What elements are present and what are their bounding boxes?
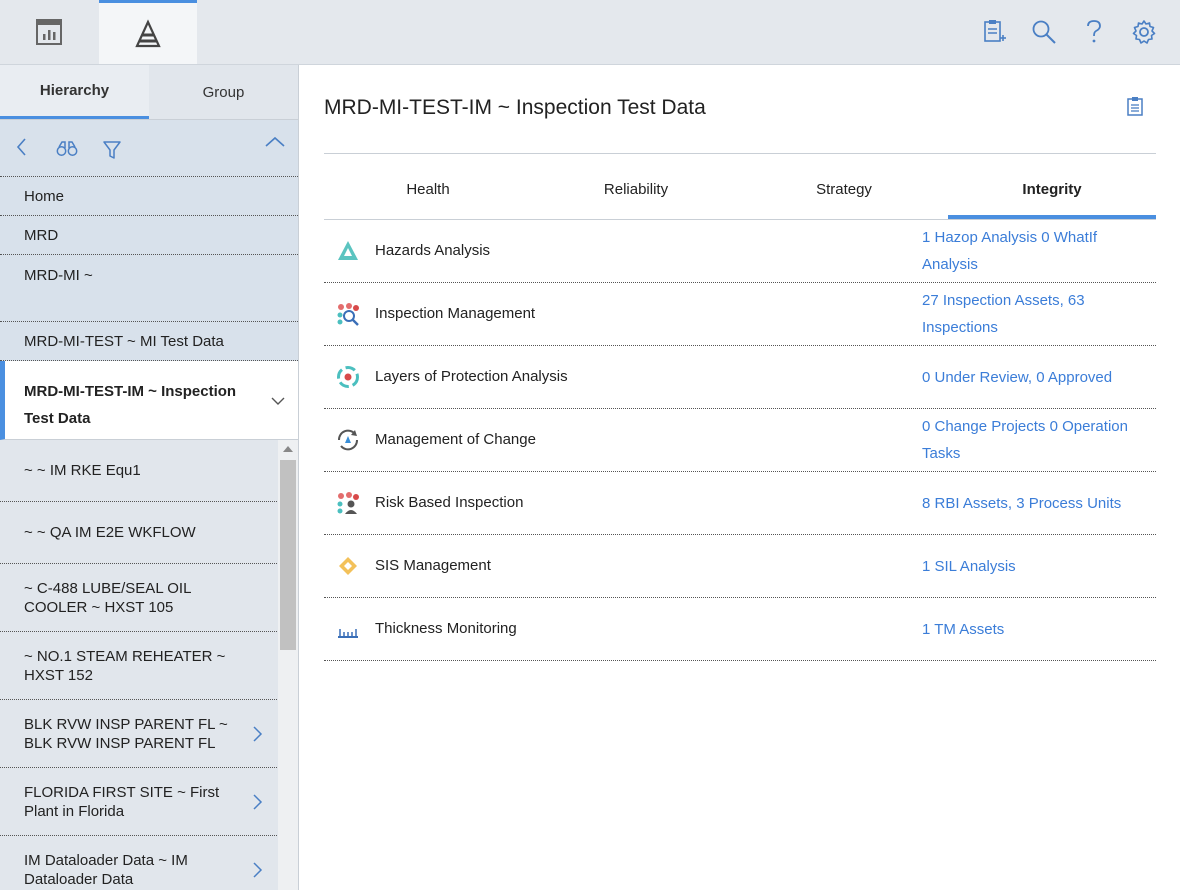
list-item-label: IM Dataloader Data ~ IM Dataloader Data (24, 851, 188, 888)
tab-hierarchy-list[interactable]: Hierarchy (0, 65, 149, 119)
list-item-label: ~ ~ IM RKE Equ1 (24, 462, 141, 479)
module-summary-link[interactable]: 8 RBI Assets, 3 Process Units (922, 490, 1147, 517)
search-button[interactable] (1028, 14, 1060, 50)
tab-reliability[interactable]: Reliability (532, 173, 740, 219)
help-button[interactable] (1078, 14, 1110, 50)
list-item-label: ~ C-488 LUBE/SEAL OIL COOLER ~ HXST 105 (24, 579, 191, 616)
list-item-label: BLK RVW INSP PARENT FL ~ BLK RVW INSP PA… (24, 715, 228, 752)
hazards-analysis-icon (338, 241, 358, 260)
module-name: Inspection Management (375, 305, 536, 322)
tab-hierarchy[interactable] (99, 0, 197, 64)
breadcrumb-mrd-mi[interactable]: MRD-MI ~ (0, 255, 298, 322)
list-item[interactable]: ~ C-488 LUBE/SEAL OIL COOLER ~ HXST 105 (0, 564, 277, 632)
chevron-right-icon[interactable] (251, 793, 263, 811)
table-row: SIS Management 1 SIL Analysis (324, 535, 1156, 598)
inspection-management-icon (337, 303, 359, 326)
table-row: Inspection Management 27 Inspection Asse… (324, 283, 1156, 346)
panel-toolbar (0, 120, 298, 177)
module-summary-link[interactable]: 1 Hazop Analysis 0 WhatIf Analysis (922, 224, 1147, 278)
tab-integrity[interactable]: Integrity (948, 173, 1156, 219)
search-icon (1032, 20, 1056, 44)
current-node-label: MRD-MI-TEST-IM ~ Inspection Test Data (24, 383, 237, 427)
child-node-list: ~ ~ IM RKE Equ1 ~ ~ QA IM E2E WKFLOW ~ C… (0, 440, 298, 890)
main-content: MRD-MI-TEST-IM ~ Inspection Test Data He… (299, 65, 1180, 890)
scrollbar-thumb[interactable] (280, 460, 296, 650)
list-item[interactable]: ~ NO.1 STEAM REHEATER ~ HXST 152 (0, 632, 277, 700)
module-name: Risk Based Inspection (375, 494, 524, 511)
hierarchy-panel: Hierarchy Group Home MRD MRD-MI ~ MRD-MI… (0, 65, 299, 890)
integrity-list: Hazards Analysis 1 Hazop Analysis 0 What… (324, 220, 1156, 661)
hierarchy-icon (135, 18, 161, 47)
binoculars-icon[interactable] (56, 141, 78, 157)
module-name: Thickness Monitoring (375, 620, 517, 637)
filter-icon[interactable] (102, 140, 122, 160)
list-item[interactable]: ~ ~ QA IM E2E WKFLOW (0, 502, 277, 564)
tab-group[interactable]: Group (149, 65, 298, 119)
content-tabs: Health Reliability Strategy Integrity (324, 173, 1156, 220)
module-summary-link[interactable]: 1 SIL Analysis (922, 553, 1147, 580)
panel-tabs: Hierarchy Group (0, 65, 298, 120)
sis-management-icon (339, 557, 357, 575)
current-node[interactable]: MRD-MI-TEST-IM ~ Inspection Test Data (0, 361, 298, 440)
module-summary-link[interactable]: 0 Change Projects 0 Operation Tasks (922, 413, 1147, 467)
help-icon (1087, 20, 1101, 43)
table-row: Risk Based Inspection 8 RBI Assets, 3 Pr… (324, 472, 1156, 535)
back-icon[interactable] (14, 136, 30, 158)
tab-strategy[interactable]: Strategy (740, 173, 948, 219)
list-item[interactable]: ~ ~ IM RKE Equ1 (0, 440, 277, 502)
title-divider (324, 153, 1156, 154)
module-summary-link[interactable]: 27 Inspection Assets, 63 Inspections (922, 287, 1147, 341)
clipboard-icon[interactable] (1126, 95, 1144, 117)
list-item-label: ~ ~ QA IM E2E WKFLOW (24, 524, 196, 541)
chevron-right-icon[interactable] (251, 861, 263, 879)
page-title: MRD-MI-TEST-IM ~ Inspection Test Data (324, 96, 706, 119)
breadcrumb-mrd-mi-test[interactable]: MRD-MI-TEST ~ MI Test Data (0, 322, 298, 361)
list-item[interactable]: FLORIDA FIRST SITE ~ First Plant in Flor… (0, 768, 277, 836)
module-name: Management of Change (375, 431, 536, 448)
settings-button[interactable] (1128, 14, 1160, 50)
breadcrumb-home[interactable]: Home (0, 177, 298, 216)
clipboard-add-button[interactable] (978, 14, 1010, 50)
top-bar (0, 0, 1180, 65)
chevron-right-icon[interactable] (251, 725, 263, 743)
list-item-label: ~ NO.1 STEAM REHEATER ~ HXST 152 (24, 647, 226, 684)
list-item[interactable]: IM Dataloader Data ~ IM Dataloader Data (0, 836, 277, 890)
table-row: Layers of Protection Analysis 0 Under Re… (324, 346, 1156, 409)
scrollbar[interactable] (278, 440, 298, 890)
clipboard-add-icon (984, 20, 1006, 42)
module-name: Layers of Protection Analysis (375, 368, 568, 385)
module-name: Hazards Analysis (375, 242, 491, 259)
gear-icon (1132, 20, 1156, 44)
scroll-up-icon[interactable] (283, 446, 293, 452)
thickness-monitoring-icon (338, 629, 358, 638)
lopa-icon (337, 366, 359, 388)
table-row: Hazards Analysis 1 Hazop Analysis 0 What… (324, 220, 1156, 283)
chevron-down-icon[interactable] (270, 395, 286, 407)
management-of-change-icon (337, 429, 359, 451)
module-summary-link[interactable]: 0 Under Review, 0 Approved (922, 364, 1147, 391)
risk-based-inspection-icon (337, 492, 359, 514)
breadcrumb-mrd[interactable]: MRD (0, 216, 298, 255)
list-item[interactable]: BLK RVW INSP PARENT FL ~ BLK RVW INSP PA… (0, 700, 277, 768)
module-name: SIS Management (375, 557, 491, 574)
dashboard-icon (36, 19, 62, 45)
tab-dashboard[interactable] (0, 0, 98, 64)
table-row: Thickness Monitoring 1 TM Assets (324, 598, 1156, 661)
chevron-up-icon[interactable] (264, 134, 286, 150)
module-summary-link[interactable]: 1 TM Assets (922, 616, 1147, 643)
tab-health[interactable]: Health (324, 173, 532, 219)
table-row: Management of Change 0 Change Projects 0… (324, 409, 1156, 472)
list-item-label: FLORIDA FIRST SITE ~ First Plant in Flor… (24, 783, 220, 820)
